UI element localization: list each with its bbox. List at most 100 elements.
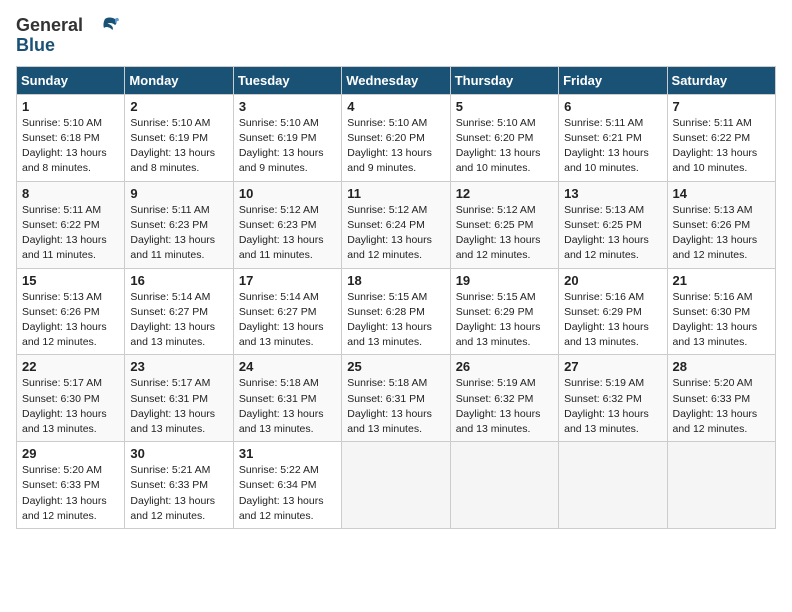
calendar-day-cell: 13 Sunrise: 5:13 AMSunset: 6:25 PMDayligh… [559, 181, 667, 268]
calendar-day-cell: 11Sunrise: 5:12 AMSunset: 6:24 PMDayligh… [342, 181, 450, 268]
day-info: Sunrise: 5:20 AMSunset: 6:33 PMDaylight:… [22, 463, 120, 524]
day-info: Sunrise: 5:10 AMSunset: 6:20 PMDaylight:… [347, 116, 445, 177]
calendar-day-cell: 25Sunrise: 5:18 AMSunset: 6:31 PMDayligh… [342, 355, 450, 442]
calendar-day-cell: 15 Sunrise: 5:13 AMSunset: 6:26 PMDayligh… [17, 268, 125, 355]
day-info: Sunrise: 5:17 AMSunset: 6:31 PMDaylight:… [130, 376, 228, 437]
calendar-day-cell: 21 Sunrise: 5:16 AMSunset: 6:30 PMDayligh… [667, 268, 775, 355]
calendar-week-row: 1 Sunrise: 5:10 AMSunset: 6:18 PMDaylight… [17, 94, 776, 181]
day-number: 18 [347, 273, 445, 288]
day-number: 21 [673, 273, 771, 288]
calendar-header-row: SundayMondayTuesdayWednesdayThursdayFrid… [17, 66, 776, 94]
logo-general-text: General [16, 15, 83, 35]
day-number: 2 [130, 99, 228, 114]
calendar-day-cell [342, 442, 450, 529]
weekday-header: Monday [125, 66, 233, 94]
day-number: 5 [456, 99, 554, 114]
calendar-day-cell: 29 Sunrise: 5:20 AMSunset: 6:33 PMDayligh… [17, 442, 125, 529]
logo-bird-icon [91, 17, 119, 37]
day-number: 27 [564, 359, 662, 374]
calendar-day-cell: 24 Sunrise: 5:18 AMSunset: 6:31 PMDayligh… [233, 355, 341, 442]
day-number: 9 [130, 186, 228, 201]
calendar-day-cell: 19 Sunrise: 5:15 AMSunset: 6:29 PMDayligh… [450, 268, 558, 355]
day-info: Sunrise: 5:14 AMSunset: 6:27 PMDaylight:… [239, 290, 337, 351]
calendar-header: General Blue [16, 16, 776, 56]
calendar-day-cell: 14 Sunrise: 5:13 AMSunset: 6:26 PMDayligh… [667, 181, 775, 268]
day-info: Sunrise: 5:10 AMSunset: 6:18 PMDaylight:… [22, 116, 120, 177]
calendar-day-cell: 16 Sunrise: 5:14 AMSunset: 6:27 PMDayligh… [125, 268, 233, 355]
calendar-day-cell: 7 Sunrise: 5:11 AMSunset: 6:22 PMDaylight… [667, 94, 775, 181]
day-info: Sunrise: 5:10 AMSunset: 6:19 PMDaylight:… [130, 116, 228, 177]
day-info: Sunrise: 5:13 AMSunset: 6:26 PMDaylight:… [22, 290, 120, 351]
calendar-body: 1 Sunrise: 5:10 AMSunset: 6:18 PMDaylight… [17, 94, 776, 528]
calendar-day-cell: 1 Sunrise: 5:10 AMSunset: 6:18 PMDaylight… [17, 94, 125, 181]
day-number: 28 [673, 359, 771, 374]
day-number: 8 [22, 186, 120, 201]
day-info: Sunrise: 5:22 AMSunset: 6:34 PMDaylight:… [239, 463, 337, 524]
day-info: Sunrise: 5:14 AMSunset: 6:27 PMDaylight:… [130, 290, 228, 351]
calendar-day-cell: 30 Sunrise: 5:21 AMSunset: 6:33 PMDayligh… [125, 442, 233, 529]
day-number: 15 [22, 273, 120, 288]
day-number: 29 [22, 446, 120, 461]
calendar-day-cell: 26 Sunrise: 5:19 AMSunset: 6:32 PMDayligh… [450, 355, 558, 442]
weekday-header: Thursday [450, 66, 558, 94]
day-info: Sunrise: 5:17 AMSunset: 6:30 PMDaylight:… [22, 376, 120, 437]
calendar-day-cell: 10Sunrise: 5:12 AMSunset: 6:23 PMDayligh… [233, 181, 341, 268]
day-number: 19 [456, 273, 554, 288]
day-number: 30 [130, 446, 228, 461]
day-info: Sunrise: 5:19 AMSunset: 6:32 PMDaylight:… [456, 376, 554, 437]
day-info: Sunrise: 5:11 AMSunset: 6:23 PMDaylight:… [130, 203, 228, 264]
day-info: Sunrise: 5:15 AMSunset: 6:28 PMDaylight:… [347, 290, 445, 351]
weekday-header: Saturday [667, 66, 775, 94]
day-info: Sunrise: 5:19 AMSunset: 6:32 PMDaylight:… [564, 376, 662, 437]
day-info: Sunrise: 5:16 AMSunset: 6:29 PMDaylight:… [564, 290, 662, 351]
weekday-header: Wednesday [342, 66, 450, 94]
calendar-day-cell: 5 Sunrise: 5:10 AMSunset: 6:20 PMDaylight… [450, 94, 558, 181]
day-number: 17 [239, 273, 337, 288]
calendar-day-cell [450, 442, 558, 529]
day-number: 22 [22, 359, 120, 374]
day-info: Sunrise: 5:16 AMSunset: 6:30 PMDaylight:… [673, 290, 771, 351]
logo: General Blue [16, 16, 119, 56]
day-info: Sunrise: 5:11 AMSunset: 6:22 PMDaylight:… [673, 116, 771, 177]
day-info: Sunrise: 5:15 AMSunset: 6:29 PMDaylight:… [456, 290, 554, 351]
day-number: 26 [456, 359, 554, 374]
day-number: 10 [239, 186, 337, 201]
day-number: 20 [564, 273, 662, 288]
calendar-week-row: 22 Sunrise: 5:17 AMSunset: 6:30 PMDayligh… [17, 355, 776, 442]
calendar-day-cell [559, 442, 667, 529]
weekday-header: Tuesday [233, 66, 341, 94]
calendar-day-cell [667, 442, 775, 529]
calendar-day-cell: 9 Sunrise: 5:11 AMSunset: 6:23 PMDaylight… [125, 181, 233, 268]
calendar-week-row: 29 Sunrise: 5:20 AMSunset: 6:33 PMDayligh… [17, 442, 776, 529]
day-info: Sunrise: 5:21 AMSunset: 6:33 PMDaylight:… [130, 463, 228, 524]
day-number: 24 [239, 359, 337, 374]
calendar-day-cell: 23 Sunrise: 5:17 AMSunset: 6:31 PMDayligh… [125, 355, 233, 442]
day-number: 31 [239, 446, 337, 461]
day-number: 11 [347, 186, 445, 201]
day-number: 16 [130, 273, 228, 288]
calendar-day-cell: 18 Sunrise: 5:15 AMSunset: 6:28 PMDayligh… [342, 268, 450, 355]
day-number: 7 [673, 99, 771, 114]
day-info: Sunrise: 5:20 AMSunset: 6:33 PMDaylight:… [673, 376, 771, 437]
day-number: 12 [456, 186, 554, 201]
calendar-day-cell: 31 Sunrise: 5:22 AMSunset: 6:34 PMDayligh… [233, 442, 341, 529]
calendar-day-cell: 17 Sunrise: 5:14 AMSunset: 6:27 PMDayligh… [233, 268, 341, 355]
day-info: Sunrise: 5:18 AMSunset: 6:31 PMDaylight:… [239, 376, 337, 437]
weekday-header: Friday [559, 66, 667, 94]
day-number: 1 [22, 99, 120, 114]
calendar-day-cell: 8Sunrise: 5:11 AMSunset: 6:22 PMDaylight… [17, 181, 125, 268]
day-number: 23 [130, 359, 228, 374]
day-info: Sunrise: 5:11 AMSunset: 6:21 PMDaylight:… [564, 116, 662, 177]
day-number: 14 [673, 186, 771, 201]
calendar-week-row: 15 Sunrise: 5:13 AMSunset: 6:26 PMDayligh… [17, 268, 776, 355]
day-info: Sunrise: 5:10 AMSunset: 6:20 PMDaylight:… [456, 116, 554, 177]
day-number: 13 [564, 186, 662, 201]
logo-row: General [16, 16, 119, 37]
calendar-day-cell: 22 Sunrise: 5:17 AMSunset: 6:30 PMDayligh… [17, 355, 125, 442]
weekday-header: Sunday [17, 66, 125, 94]
calendar-day-cell: 2 Sunrise: 5:10 AMSunset: 6:19 PMDaylight… [125, 94, 233, 181]
calendar-container: General Blue SundayMondayTuesdayWednesda… [0, 0, 792, 539]
day-info: Sunrise: 5:13 AMSunset: 6:26 PMDaylight:… [673, 203, 771, 264]
calendar-day-cell: 28 Sunrise: 5:20 AMSunset: 6:33 PMDayligh… [667, 355, 775, 442]
day-info: Sunrise: 5:13 AMSunset: 6:25 PMDaylight:… [564, 203, 662, 264]
